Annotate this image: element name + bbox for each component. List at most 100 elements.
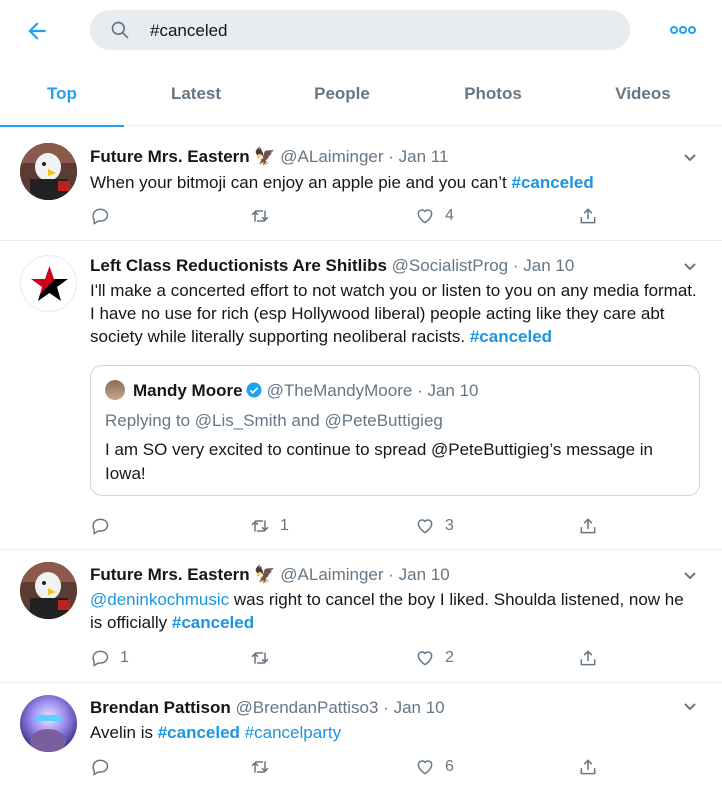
user-handle[interactable]: @SocialistProg [392,256,508,275]
retweet-icon [251,652,269,664]
tab-latest[interactable]: Latest [144,62,248,126]
retweet-button[interactable] [250,205,280,227]
tweet-actions: 1 3 [90,515,610,537]
tab-people[interactable]: People [290,62,394,126]
tweet-header: Future Mrs. Eastern 🦅 @ALaiminger · Jan … [90,564,450,586]
quoted-display-name: Mandy Moore [133,381,243,400]
display-name[interactable]: Left Class Reductionists Are Shitlibs [90,256,387,275]
avatar[interactable] [20,255,77,312]
chevron-down-icon[interactable] [680,257,700,277]
retweet-icon [251,761,269,773]
hashtag-link[interactable]: #canceled [172,613,254,632]
heart-icon [417,519,433,534]
reply-icon [92,650,109,667]
tweet-text-content: Avelin is [90,723,158,742]
hashtag-link[interactable]: #canceled [158,723,240,742]
mention-link[interactable]: @deninkochmusic [90,590,229,609]
display-name[interactable]: Brendan Pattison [90,698,231,717]
heart-icon [417,651,433,666]
avatar[interactable] [20,695,77,752]
eagle-emoji-icon: 🦅 [254,147,276,166]
tab-photos[interactable]: Photos [441,62,545,126]
retweet-icon [251,520,269,532]
tab-top[interactable]: Top [0,62,124,127]
quoted-avatar [105,380,125,400]
share-button[interactable] [578,515,598,537]
verified-badge-icon [246,382,262,398]
tweet-actions: 4 [90,205,610,227]
eagle-mascot-avatar-image [20,143,77,200]
chevron-down-icon[interactable] [680,148,700,168]
reply-count: 1 [120,649,129,666]
tab-videos[interactable]: Videos [591,62,695,126]
quoted-tweet[interactable]: Mandy Moore @TheMandyMoore · Jan 10 Reply… [90,365,700,496]
tweet[interactable]: Future Mrs. Eastern 🦅 @ALaiminger · Jan … [0,127,722,241]
tweet-actions: 1 2 [90,647,610,669]
user-handle[interactable]: @ALaiminger [280,147,383,166]
retweet-count: 1 [280,517,289,534]
share-icon [580,650,596,666]
share-button[interactable] [578,756,598,778]
tweet-date[interactable]: · Jan 10 [388,565,449,584]
user-handle[interactable]: @BrendanPattiso3 [235,698,378,717]
tweet-text: When your bitmoji can enjoy an apple pie… [90,171,700,194]
tweet-text: I'll make a concerted effort to not watc… [90,279,700,348]
share-button[interactable] [578,647,598,669]
heart-icon [417,760,433,775]
like-button[interactable]: 3 [415,515,454,537]
anarchist-star-avatar-image [31,266,68,301]
user-photo-avatar-image [20,695,77,752]
like-count: 6 [445,758,454,775]
share-icon [580,759,596,775]
tweet-date[interactable]: · Jan 11 [388,147,448,166]
heart-icon [417,209,433,224]
quoted-tweet-text: I am SO very excited to continue to spre… [105,440,654,483]
tweet-header: Future Mrs. Eastern 🦅 @ALaiminger · Jan … [90,146,448,168]
chevron-down-icon[interactable] [680,697,700,717]
reply-icon [92,518,109,535]
tweet-date[interactable]: · Jan 10 [383,698,444,717]
quoted-tweet-date: · Jan 10 [417,381,479,400]
eagle-emoji-icon: 🦅 [254,565,276,584]
top-bar: #canceled [0,0,722,62]
like-button[interactable]: 6 [415,756,454,778]
search-icon [111,21,129,39]
reply-button[interactable] [90,756,120,778]
tweet-actions: 6 [90,756,610,778]
reply-icon [92,208,109,225]
tweet-text: Avelin is #canceled #cancelparty [90,721,700,744]
display-name[interactable]: Future Mrs. Eastern [90,147,250,166]
hashtag-link[interactable]: #cancelparty [245,723,341,742]
avatar[interactable] [20,562,77,619]
retweet-button[interactable]: 1 [250,515,289,537]
like-count: 4 [445,207,454,224]
search-input[interactable]: #canceled [90,10,630,50]
like-button[interactable]: 4 [415,205,454,227]
like-button[interactable]: 2 [415,647,454,669]
share-icon [580,208,596,224]
share-button[interactable] [578,205,598,227]
reply-button[interactable] [90,515,120,537]
user-handle[interactable]: @ALaiminger [280,565,383,584]
reply-button[interactable]: 1 [90,647,129,669]
back-arrow-icon[interactable] [24,18,50,44]
hashtag-link[interactable]: #canceled [511,173,593,192]
more-dots-icon[interactable] [668,18,698,42]
quoted-user-handle: @TheMandyMoore [266,381,413,400]
retweet-button[interactable] [250,647,280,669]
reply-button[interactable] [90,205,120,227]
search-query: #canceled [150,21,228,40]
tweet[interactable]: Future Mrs. Eastern 🦅 @ALaiminger · Jan … [0,550,722,683]
avatar[interactable] [20,143,77,200]
retweet-button[interactable] [250,756,280,778]
reply-icon [92,759,109,776]
share-icon [580,518,596,534]
tweet-date[interactable]: · Jan 10 [513,256,574,275]
hashtag-link[interactable]: #canceled [470,327,552,346]
display-name[interactable]: Future Mrs. Eastern [90,565,250,584]
chevron-down-icon[interactable] [680,566,700,586]
retweet-icon [251,210,269,222]
tweet[interactable]: Left Class Reductionists Are Shitlibs @S… [0,241,722,550]
search-tabs: Top Latest People Photos Videos [0,62,722,127]
tweet[interactable]: Brendan Pattison @BrendanPattiso3 · Jan … [0,683,722,794]
